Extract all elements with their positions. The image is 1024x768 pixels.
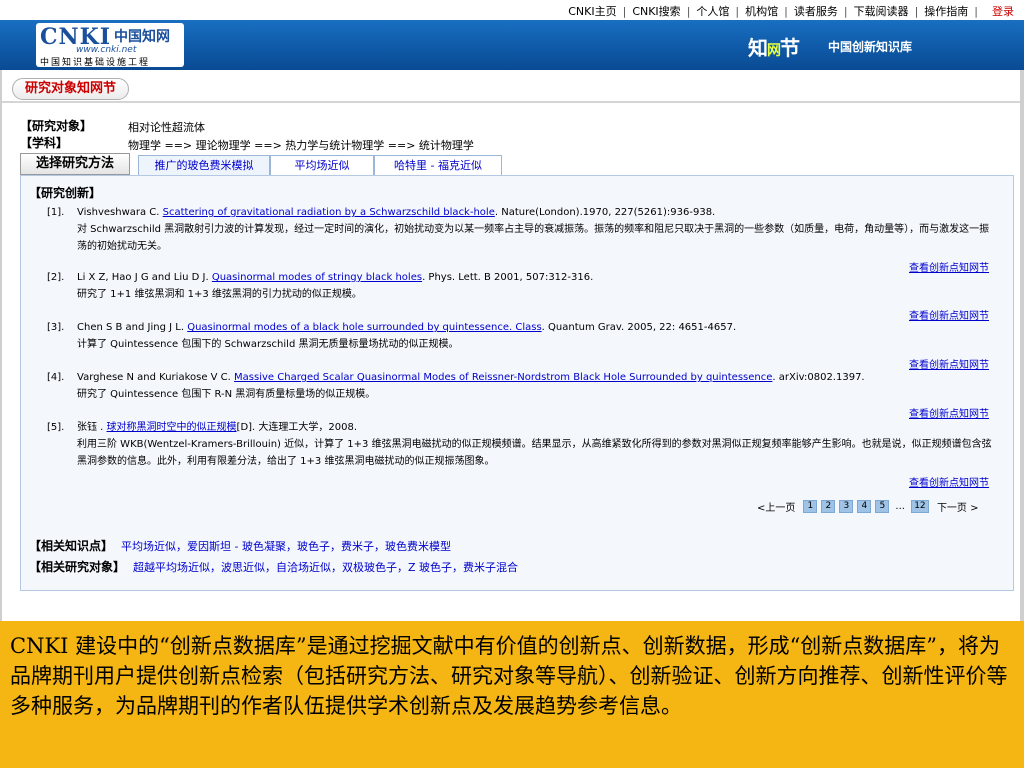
reference-number: [3]. — [47, 322, 65, 333]
related-objects-label: 【相关研究对象】 — [29, 560, 126, 574]
reference-item: [1]. Vishveshwara C. Scattering of gravit… — [47, 204, 997, 255]
reference-description: 计算了 Quintessence 包围下的 Schwarzschild 黑洞无质… — [77, 339, 459, 350]
object-label: 【研究对象】 — [20, 119, 93, 133]
banner-title: 中国创新知识库 — [828, 40, 913, 54]
zhi-logo-left: 知 — [748, 36, 768, 60]
select-method-button[interactable]: 选择研究方法 — [20, 153, 130, 175]
reference-item: [3]. Chen S B and Jing J L. Quasinormal m… — [47, 319, 997, 353]
right-edge — [1020, 70, 1024, 621]
tab-mean-field[interactable]: 平均场近似 — [270, 155, 374, 175]
cnki-logo[interactable]: CNKI 中国知网 www.cnki.net 中国知识基础设施工程 — [36, 23, 184, 68]
prev-page-link[interactable]: <上一页 — [757, 499, 795, 514]
reference-number: [2]. — [47, 272, 65, 283]
reference-title-link[interactable]: Quasinormal modes of a black hole surrou… — [187, 322, 541, 333]
view-innovation-link[interactable]: 查看创新点知网节 — [909, 474, 989, 489]
view-innovation-link[interactable]: 查看创新点知网节 — [909, 405, 989, 420]
reference-number: [5]. — [47, 422, 65, 433]
zhi-logo-right: 节 — [780, 36, 800, 60]
nav-download-reader[interactable]: 下载阅读器 — [848, 3, 915, 19]
innovation-panel: 【研究创新】 [1]. Vishveshwara C. Scattering of… — [20, 175, 1014, 591]
nav-institution[interactable]: 机构馆 — [739, 3, 784, 19]
top-nav: CNKI主页 | CNKI搜索 | 个人馆 | 机构馆 | 读者服务 | 下载阅… — [562, 3, 1014, 19]
nav-reader-service[interactable]: 读者服务 — [788, 3, 844, 19]
logo-url: www.cnki.net — [76, 45, 137, 55]
header-banner: CNKI 中国知网 www.cnki.net 中国知识基础设施工程 知网节 中国… — [0, 20, 1024, 70]
reference-title-link[interactable]: Quasinormal modes of stringy black holes — [212, 272, 422, 283]
innovation-heading: 【研究创新】 — [29, 186, 102, 200]
related-objects: 【相关研究对象】 超越平均场近似，波思近似，自洽场近似，双极玻色子，Z 玻色子，费… — [29, 558, 518, 575]
zhi-logo-mid: 网 — [767, 43, 781, 59]
caption-text: CNKI 建设中的“创新点数据库”是通过挖掘文献中有价值的创新点、创新数据，形成… — [0, 621, 1024, 768]
reference-authors: Varghese N and Kuriakose V C. — [77, 372, 231, 383]
divider — [2, 101, 1020, 103]
subject-value: 物理学 ==> 理论物理学 ==> 热力学与统计物理学 ==> 统计物理学 — [128, 139, 474, 152]
related-points-links[interactable]: 平均场近似，爱因斯坦 - 玻色凝聚，玻色子，费米子，玻色费米模型 — [121, 540, 451, 553]
reference-source: . Quantum Grav. 2005, 22: 4651-4657. — [541, 322, 737, 333]
related-objects-links[interactable]: 超越平均场近似，波思近似，自洽场近似，双极玻色子，Z 玻色子，费米子混合 — [133, 561, 518, 574]
reference-description: 利用三阶 WKB(Wentzel-Kramers-Brillouin) 近似，计… — [77, 439, 992, 467]
reference-item: [2]. Li X Z, Hao J G and Liu D J. Quasino… — [47, 269, 997, 303]
reference-authors: Li X Z, Hao J G and Liu D J. — [77, 272, 209, 283]
object-value: 相对论性超流体 — [128, 121, 205, 134]
page-3-button[interactable]: 3 — [839, 500, 854, 513]
reference-description: 研究了 1+1 维弦黑洞和 1+3 维弦黑洞的引力扰动的似正规模。 — [77, 289, 362, 300]
reference-description: 研究了 Quintessence 包围下 R-N 黑洞有质量标量场的似正规模。 — [77, 389, 376, 400]
nav-separator: | — [974, 4, 978, 18]
page-5-button[interactable]: 5 — [875, 500, 890, 513]
related-points: 【相关知识点】 平均场近似，爱因斯坦 - 玻色凝聚，玻色子，费米子，玻色费米模型 — [29, 537, 451, 554]
page-last-button[interactable]: 12 — [910, 500, 929, 513]
logo-subtitle: 中国知识基础设施工程 — [40, 58, 151, 68]
reference-item: [4]. Varghese N and Kuriakose V C. Massiv… — [47, 369, 997, 403]
reference-number: [1]. — [47, 207, 65, 218]
login-link[interactable]: 登录 — [992, 3, 1014, 19]
logo-chinese: 中国知网 — [114, 29, 170, 45]
reference-authors: Chen S B and Jing J L. — [77, 322, 185, 333]
top-utility-bar: CNKI主页 | CNKI搜索 | 个人馆 | 机构馆 | 读者服务 | 下载阅… — [0, 0, 1024, 20]
reference-source: [D]. 大连理工大学，2008. — [236, 422, 358, 433]
page-4-button[interactable]: 4 — [857, 500, 872, 513]
reference-source: . Nature(London).1970, 227(5261):936-938… — [494, 207, 716, 218]
reference-source: . arXiv:0802.1397. — [772, 372, 865, 383]
nav-cnki-search[interactable]: CNKI搜索 — [626, 3, 686, 19]
reference-authors: 张钰 . — [77, 422, 104, 433]
reference-item: [5]. 张钰 . 球对称黑洞时空中的似正规模[D]. 大连理工大学，2008. … — [47, 419, 997, 470]
zhiwangjie-logo: 知网节 — [748, 32, 800, 61]
related-points-label: 【相关知识点】 — [29, 539, 114, 553]
nav-guide[interactable]: 操作指南 — [918, 3, 974, 19]
left-edge — [0, 70, 2, 621]
tab-hartree-fock[interactable]: 哈特里 - 福克近似 — [374, 155, 502, 175]
page-2-button[interactable]: 2 — [821, 500, 836, 513]
reference-title-link[interactable]: Massive Charged Scalar Quasinormal Modes… — [234, 372, 772, 383]
reference-source: . Phys. Lett. B 2001, 507:312-316. — [422, 272, 594, 283]
section-tag: 研究对象知网节 — [12, 78, 130, 100]
reference-title-link[interactable]: 球对称黑洞时空中的似正规模 — [107, 422, 237, 433]
reference-description: 对 Schwarzschild 黑洞散射引力波的计算发现，经过一定时间的演化，初… — [77, 224, 990, 252]
page-1-button[interactable]: 1 — [803, 500, 818, 513]
pagination: <上一页 1 2 3 4 5 ... 12 下一页 > — [751, 499, 985, 514]
tab-boson-fermion[interactable]: 推广的玻色费米模拟 — [138, 155, 270, 175]
reference-title-link[interactable]: Scattering of gravitational radiation by… — [163, 207, 495, 218]
nav-cnki-home[interactable]: CNKI主页 — [562, 3, 622, 19]
next-page-link[interactable]: 下一页 > — [937, 499, 979, 514]
reference-authors: Vishveshwara C. — [77, 207, 160, 218]
reference-number: [4]. — [47, 372, 65, 383]
page-ellipsis: ... — [895, 501, 905, 512]
nav-personal[interactable]: 个人馆 — [690, 3, 735, 19]
subject-label: 【学科】 — [20, 136, 69, 150]
